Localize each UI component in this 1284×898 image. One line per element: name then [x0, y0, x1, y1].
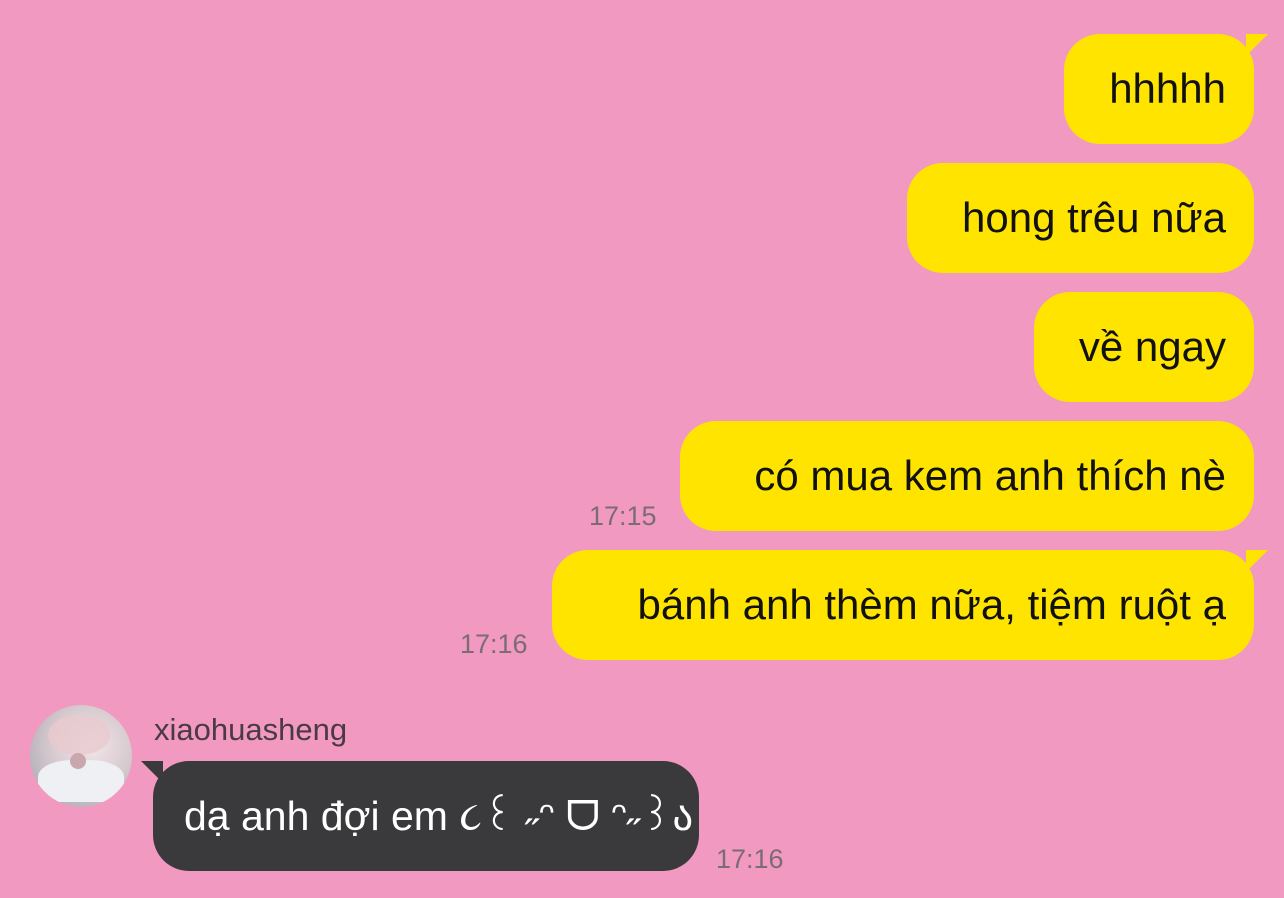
message-bubble-outgoing[interactable]: về ngay — [1034, 292, 1254, 402]
chat-thread: hhhhh hong trêu nữa về ngay có mua kem a… — [0, 0, 1284, 898]
message-bubble-outgoing[interactable]: hong trêu nữa — [907, 163, 1254, 273]
message-bubble-outgoing[interactable]: bánh anh thèm nữa, tiệm ruột ạ — [552, 550, 1268, 660]
message-bubble-outgoing[interactable]: có mua kem anh thích nè — [680, 421, 1254, 531]
avatar-photo-detail — [70, 753, 86, 769]
avatar[interactable] — [30, 705, 132, 807]
message-timestamp: 17:16 — [460, 629, 528, 659]
sender-name: xiaohuasheng — [154, 712, 348, 747]
message-bubble-incoming[interactable]: dạ anh đợi em ૮꒰ ˶ᵔ ᗜ ᵔ˶꒱ა — [141, 761, 699, 871]
message-timestamp: 17:15 — [589, 501, 657, 531]
message-bubble-outgoing[interactable]: hhhhh — [1064, 34, 1268, 144]
avatar-photo-detail — [48, 715, 110, 755]
message-timestamp: 17:16 — [716, 844, 784, 874]
